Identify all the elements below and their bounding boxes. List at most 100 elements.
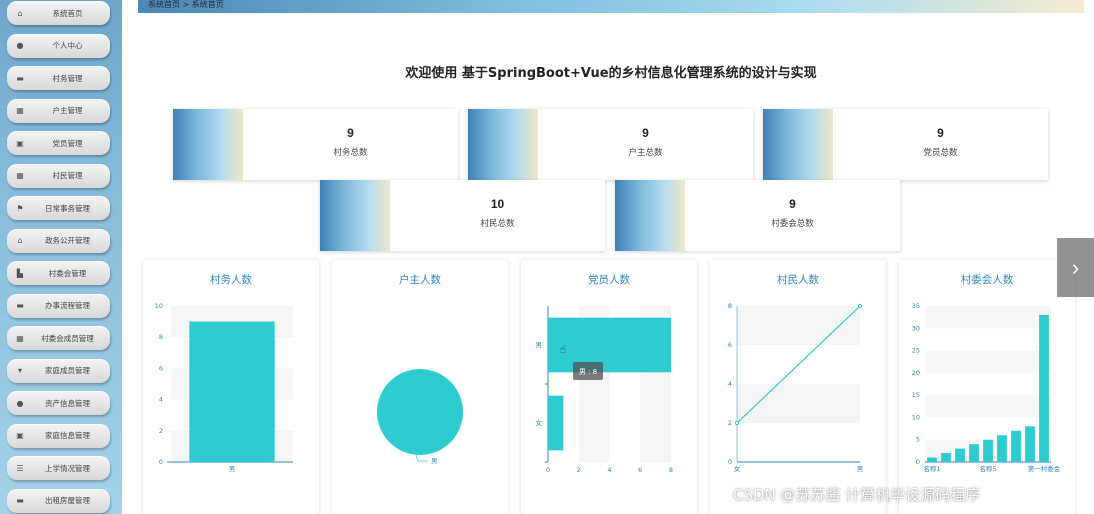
next-arrow-button[interactable]: ›: [1057, 238, 1094, 297]
pin-icon: ●: [16, 398, 24, 408]
breadcrumb-separator: >: [182, 0, 190, 9]
chart-panel: 村委会人数 0 5 10 15 20 25 30 35 名称1 名称5 第一村委会: [899, 260, 1075, 514]
breadcrumb-current: 系统首页: [191, 0, 224, 9]
stat-card: 9 党员总数: [763, 109, 1048, 180]
bar: [548, 317, 671, 373]
chart-panel: 户主人数男: [332, 260, 508, 514]
chart-icon: ▙: [16, 268, 24, 278]
pie-slice: [377, 369, 463, 455]
sidebar-item-label: 上学情况管理: [45, 463, 90, 473]
sidebar-item-label: 政务公开管理: [45, 236, 90, 245]
y-tick-label: 5: [916, 436, 920, 444]
user-icon: ●: [16, 41, 24, 50]
bar: [1025, 426, 1035, 462]
chart-panel: 村民人数 0 2 4 6 8 女男: [710, 260, 886, 514]
x-tick-label: 2: [577, 466, 581, 474]
stat-value: 9: [937, 126, 944, 140]
sidebar-item[interactable]: ☰ 上学情况管理: [7, 456, 110, 480]
y-tick-label: 女: [536, 418, 543, 427]
bar: [189, 321, 275, 462]
sidebar-item-label: 系统首页: [52, 8, 83, 18]
bar: [927, 457, 937, 462]
chart-panel: 村务人数 0 2 4 6 8 10 男: [143, 260, 319, 514]
x-tick-label: 女: [734, 464, 741, 473]
sidebar-item[interactable]: ▣ 家庭信息管理: [7, 423, 110, 448]
stat-card-body: 9 村委会总数: [685, 180, 900, 251]
x-tick-label: 第一村委会: [1028, 464, 1061, 473]
x-tick-label: 6: [638, 466, 642, 474]
y-tick-label: 0: [159, 458, 163, 466]
stat-value: 9: [347, 126, 354, 140]
chart-svg: 0 2 4 6 8 女 男男 : 8 ☝: [536, 306, 673, 474]
series-point: [857, 303, 863, 309]
stat-card-decoration: [615, 180, 685, 251]
sidebar-item[interactable]: ▦ 村民管理: [7, 163, 110, 188]
bar: [1011, 430, 1021, 462]
pie-label-line: [415, 454, 428, 462]
sidebar-item[interactable]: ▦ 户主管理: [7, 98, 110, 123]
y-tick-label: 10: [155, 302, 163, 310]
y-tick-label: 15: [912, 391, 920, 399]
sidebar-item-label: 村委会管理: [48, 268, 87, 278]
sidebar-item[interactable]: ● 个人中心: [7, 33, 110, 58]
sidebar-item[interactable]: ▦ 村委会成员管理: [7, 326, 110, 350]
bar: [955, 448, 965, 462]
stat-value: 10: [490, 197, 505, 211]
sidebar-item-label: 村委会成员管理: [41, 333, 94, 343]
sidebar-item[interactable]: ⚑ 日常事务管理: [7, 196, 110, 220]
stat-label: 户主总数: [628, 148, 663, 158]
sidebar-item-label: 户主管理: [52, 106, 83, 115]
sidebar-item-label: 村民管理: [52, 171, 83, 180]
bar: [969, 444, 979, 462]
sidebar-item-label: 家庭信息管理: [45, 431, 90, 440]
stat-card-decoration: [173, 109, 243, 180]
pie-label: 男: [431, 457, 438, 465]
grid-icon: ▦: [16, 171, 24, 180]
y-tick-label: 2: [159, 427, 163, 435]
sidebar-item-label: 村务管理: [52, 73, 83, 83]
sidebar-item-label: 党员管理: [52, 138, 83, 148]
sidebar-item[interactable]: ▣ 党员管理: [7, 131, 110, 155]
sidebar-item[interactable]: ▬ 村务管理: [7, 66, 110, 90]
stat-card: 9 村务总数: [173, 109, 458, 180]
sidebar-item[interactable]: ● 资产信息管理: [7, 391, 110, 415]
stat-card-body: 9 户主总数: [538, 109, 753, 180]
stat-label: 村务总数: [333, 148, 368, 158]
stat-card: 9 户主总数: [468, 109, 753, 180]
sidebar-item[interactable]: ▾ 家庭成员管理: [7, 358, 110, 383]
doc-icon: ▣: [16, 431, 24, 440]
y-tick-label: 8: [728, 302, 732, 310]
sidebar-item[interactable]: ⌂ 系统首页: [7, 1, 110, 25]
sidebar-item-label: 日常事务管理: [45, 203, 90, 213]
chart-svg: 0 5 10 15 20 25 30 35 名称1 名称5 第一村委会: [912, 302, 1061, 473]
stat-label: 党员总数: [923, 148, 958, 158]
stat-card: 9 村委会总数: [615, 180, 900, 251]
stat-card-decoration: [320, 180, 390, 251]
bar: [1039, 314, 1049, 462]
breadcrumb-home[interactable]: 系统首页: [148, 0, 180, 9]
sidebar-item-label: 家庭成员管理: [45, 366, 90, 375]
funnel-icon: ▾: [17, 366, 22, 375]
sidebar-item[interactable]: ▬ 出租房屋管理: [7, 488, 110, 513]
pointer-cursor-icon: ☝: [560, 343, 567, 356]
x-tick-label: 8: [669, 466, 673, 474]
grid-band: [737, 306, 860, 345]
bar: [548, 395, 564, 451]
sidebar-item[interactable]: ▬ 办事流程管理: [7, 293, 110, 318]
list-icon: ▬: [16, 301, 24, 310]
x-tick-label: 男: [857, 465, 864, 473]
stat-card-decoration: [763, 109, 833, 180]
y-tick-label: 男: [536, 341, 543, 349]
y-tick-label: 10: [912, 413, 920, 421]
watermark: CSDN @苏苏酱 计算机毕设源码程序: [733, 486, 981, 504]
sidebar-item[interactable]: ▙ 村委会管理: [7, 261, 110, 285]
sidebar-item-label: 资产信息管理: [45, 398, 90, 408]
stat-label: 村民总数: [480, 219, 515, 229]
sidebar-item-label: 办事流程管理: [45, 301, 90, 310]
stat-card-body: 10 村民总数: [390, 180, 605, 251]
sidebar-item[interactable]: ⌂ 政务公开管理: [7, 228, 110, 253]
menu-icon: ☰: [16, 463, 24, 473]
x-tick-label: 男: [229, 465, 236, 473]
series-point: [734, 420, 740, 426]
bar: [941, 453, 951, 462]
